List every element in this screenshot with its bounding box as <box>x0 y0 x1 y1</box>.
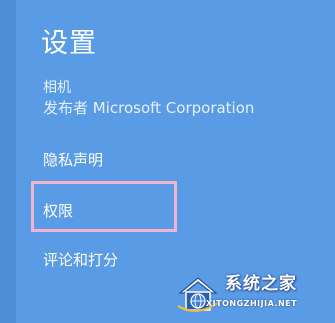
watermark-brand-text: 系统之家 <box>225 274 297 294</box>
app-name-label: 相机 <box>43 80 71 96</box>
permissions-highlight-box <box>31 181 177 232</box>
settings-title: 设置 <box>41 28 97 59</box>
rate-and-review-link[interactable]: 评论和打分 <box>43 250 118 270</box>
watermark-url-text: XITONGZHIJIA.NET <box>206 299 298 308</box>
publisher-label: 发布者 Microsoft Corporation <box>43 99 255 117</box>
watermark: 系统之家 XITONGZHIJIA.NET <box>176 265 335 323</box>
privacy-statement-link[interactable]: 隐私声明 <box>43 150 103 170</box>
